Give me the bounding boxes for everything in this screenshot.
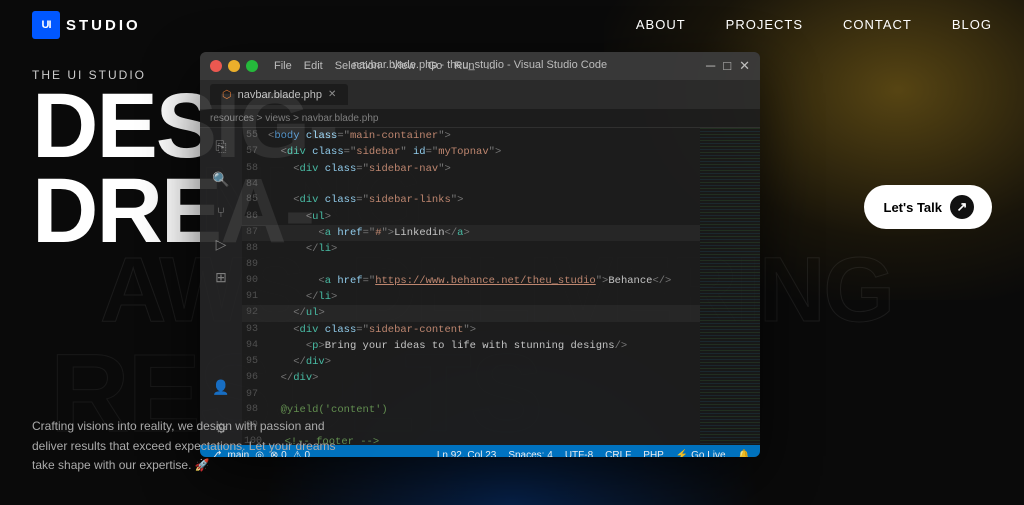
window-min-btn[interactable] bbox=[228, 60, 240, 72]
nav-item-projects[interactable]: PROJECTS bbox=[726, 16, 803, 34]
code-line-57: 57 <div class="sidebar" id="myTopnav"> bbox=[242, 144, 700, 160]
menu-file[interactable]: File bbox=[274, 60, 292, 72]
vscode-titlebar: File Edit Selection View Go Run ... navb… bbox=[200, 52, 760, 80]
line-endings: CRLF bbox=[605, 450, 631, 458]
code-line-93: 93 <div class="sidebar-content"> bbox=[242, 322, 700, 338]
vscode-tabs: ⬡ navbar.blade.php ✕ bbox=[200, 80, 760, 110]
notification-icon[interactable]: 🔔 bbox=[738, 450, 750, 458]
code-line-95: 95 </div> bbox=[242, 354, 700, 370]
vscode-title: navbar.blade.php - theu_studio - Visual … bbox=[353, 59, 607, 71]
search-icon[interactable]: 🔍 bbox=[212, 171, 229, 188]
nav-link-projects[interactable]: PROJECTS bbox=[726, 17, 803, 32]
nav-link-blog[interactable]: BLOG bbox=[952, 17, 992, 32]
nav-link-about[interactable]: ABOUT bbox=[636, 17, 686, 32]
code-line-86: 86 <ul> bbox=[242, 209, 700, 225]
code-line-87: 87 <a href="#">Linkedin</a> bbox=[242, 225, 700, 241]
code-line-55: 55<body class="main-container"> bbox=[242, 128, 700, 144]
tab-close-btn[interactable]: ✕ bbox=[328, 89, 336, 100]
hero-desc-text: Crafting visions into reality, we design… bbox=[32, 417, 352, 475]
code-content: 55<body class="main-container"> 57 <div … bbox=[242, 128, 700, 445]
account-icon[interactable]: 👤 bbox=[212, 379, 229, 396]
vscode-window: File Edit Selection View Go Run ... navb… bbox=[200, 52, 760, 457]
hero-description: Crafting visions into reality, we design… bbox=[32, 417, 352, 475]
tab-filename: navbar.blade.php bbox=[238, 89, 322, 101]
code-line-58: 58 <div class="sidebar-nav"> bbox=[242, 161, 700, 177]
code-line-97: 97 bbox=[242, 387, 700, 403]
code-line-88: 88 </li> bbox=[242, 241, 700, 257]
close-icon[interactable]: ✕ bbox=[739, 58, 750, 74]
file-language: PHP bbox=[643, 450, 664, 458]
vscode-minimap bbox=[700, 128, 760, 445]
nav-item-blog[interactable]: BLOG bbox=[952, 16, 992, 34]
file-encoding: UTF-8 bbox=[565, 450, 593, 458]
minimap-content bbox=[700, 128, 760, 445]
code-line-84: 84 bbox=[242, 177, 700, 193]
nav-link-contact[interactable]: CONTACT bbox=[843, 17, 912, 32]
window-close-btn[interactable] bbox=[210, 60, 222, 72]
logo-icon: UI bbox=[32, 11, 60, 39]
golive-btn[interactable]: ⚡ Go Live bbox=[676, 450, 726, 458]
nav-item-contact[interactable]: CONTACT bbox=[843, 16, 912, 34]
vscode-breadcrumb: resources > views > navbar.blade.php bbox=[200, 110, 760, 128]
cursor-position: Ln 92, Col 23 bbox=[437, 450, 497, 458]
debug-icon[interactable]: ▷ bbox=[216, 236, 227, 253]
code-line-91: 91 </li> bbox=[242, 289, 700, 305]
git-icon[interactable]: ⑂ bbox=[217, 204, 225, 220]
navbar: UI STUDIO ABOUT PROJECTS CONTACT BLOG bbox=[0, 0, 1024, 50]
restore-icon[interactable]: □ bbox=[723, 58, 731, 74]
vscode-tab-navbar[interactable]: ⬡ navbar.blade.php ✕ bbox=[210, 84, 348, 105]
vscode-editor[interactable]: 55<body class="main-container"> 57 <div … bbox=[242, 128, 700, 445]
statusbar-right: Ln 92, Col 23 Spaces: 4 UTF-8 CRLF PHP ⚡… bbox=[437, 450, 750, 458]
vscode-body: ⎘ 🔍 ⑂ ▷ ⊞ 👤 ⚙ 55<body class="main-contai… bbox=[200, 128, 760, 445]
logo-text: STUDIO bbox=[66, 17, 141, 34]
code-line-89: 89 bbox=[242, 257, 700, 273]
code-line-85: 85 <div class="sidebar-links"> bbox=[242, 192, 700, 208]
extensions-icon[interactable]: ⊞ bbox=[215, 269, 227, 286]
nav-item-about[interactable]: ABOUT bbox=[636, 16, 686, 34]
code-line-96: 96 </div> bbox=[242, 370, 700, 386]
vscode-activity-bar: ⎘ 🔍 ⑂ ▷ ⊞ 👤 ⚙ bbox=[200, 128, 242, 445]
cta-label: Let's Talk bbox=[884, 200, 942, 215]
explorer-icon[interactable]: ⎘ bbox=[215, 138, 226, 155]
code-line-98: 98 @yield('content') bbox=[242, 402, 700, 418]
logo[interactable]: UI STUDIO bbox=[32, 11, 141, 39]
cta-button[interactable]: Let's Talk ↗ bbox=[864, 185, 992, 229]
cta-arrow-icon: ↗ bbox=[950, 195, 974, 219]
code-line-90: 90 <a href="https://www.behance.net/theu… bbox=[242, 273, 700, 289]
code-line-92: 92 </ul> bbox=[242, 305, 700, 321]
code-line-94: 94 <p>Bring your ideas to life with stun… bbox=[242, 338, 700, 354]
nav-links: ABOUT PROJECTS CONTACT BLOG bbox=[636, 16, 992, 34]
window-max-btn[interactable] bbox=[246, 60, 258, 72]
indent-spaces: Spaces: 4 bbox=[508, 450, 552, 458]
titlebar-icons: ─ □ ✕ bbox=[706, 58, 750, 74]
minimize-icon[interactable]: ─ bbox=[706, 58, 715, 74]
menu-edit[interactable]: Edit bbox=[304, 60, 323, 72]
